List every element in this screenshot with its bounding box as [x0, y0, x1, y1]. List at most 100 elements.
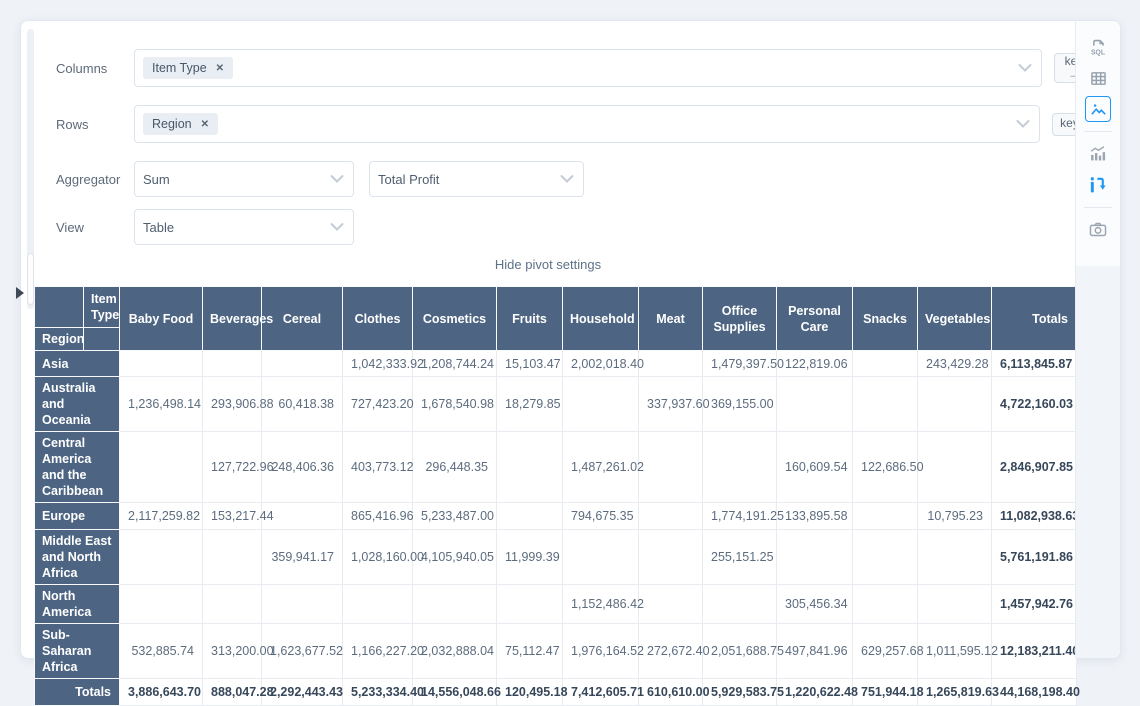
aggregator-field-select[interactable]: Total Profit: [369, 161, 584, 197]
col-total-cell: 120,495.18: [497, 679, 563, 706]
columns-select[interactable]: Item Type ✕: [134, 49, 1042, 87]
aggregator-setting-row: Aggregator Sum Total Profit: [56, 161, 584, 197]
col-total-cell: 3,886,643.70: [120, 679, 203, 706]
pivot-value-cell: [497, 503, 563, 530]
row-header: Australia and Oceania: [35, 377, 120, 432]
pivot-value-cell: 1,011,595.12: [918, 624, 992, 679]
pivot-editor-page: Columns Item Type ✕ key → Rows Region ✕: [0, 0, 1140, 685]
row-header: Middle East and North Africa: [35, 530, 120, 585]
bar-chart-icon: [1087, 143, 1109, 165]
pivot-value-cell: [413, 585, 497, 624]
row-header: Sub-Saharan Africa: [35, 624, 120, 679]
pivot-value-cell: 255,151.25: [703, 530, 777, 585]
pivot-table-button[interactable]: [1085, 172, 1111, 198]
row-total-cell: 6,113,845.87: [992, 351, 1077, 377]
pivot-value-cell: [203, 585, 262, 624]
pivot-value-cell: 296,448.35: [413, 432, 497, 503]
pivot-value-cell: [703, 432, 777, 503]
pivot-value-cell: [703, 585, 777, 624]
rows-select[interactable]: Region ✕: [134, 105, 1040, 143]
row-total-cell: 1,457,942.76: [992, 585, 1077, 624]
table-row: Sub-Saharan Africa532,885.74313,200.00 1,…: [35, 624, 1077, 679]
row-total-cell: 4,722,160.03: [992, 377, 1077, 432]
rail-lower-background: [1076, 266, 1120, 658]
pivot-value-cell: 122,686.50: [853, 432, 918, 503]
pivot-value-cell: 160,609.54: [777, 432, 853, 503]
col-header: Vegetables: [918, 287, 992, 351]
pivot-value-cell: [918, 432, 992, 503]
rows-tag-region[interactable]: Region ✕: [143, 113, 218, 135]
aggregator-field-value: Total Profit: [378, 172, 439, 187]
pivot-value-cell: 313,200.00: [203, 624, 262, 679]
pivot-value-cell: 2,051,688.75: [703, 624, 777, 679]
totals-col-header: Totals: [992, 287, 1077, 351]
snapshot-button[interactable]: [1085, 217, 1111, 243]
table-view-button[interactable]: [1085, 65, 1111, 91]
col-header: Personal Care: [777, 287, 853, 351]
pivot-value-cell: [918, 530, 992, 585]
chevron-down-icon: [1018, 64, 1032, 73]
col-total-cell: 2,292,443.43: [262, 679, 343, 706]
pivot-value-cell: 5,233,487.00: [413, 503, 497, 530]
row-axis-label: Region: [35, 328, 84, 351]
pivot-value-cell: [343, 585, 413, 624]
pivot-value-cell: [918, 377, 992, 432]
pivot-value-cell: 337,937.60: [639, 377, 703, 432]
totals-row: Totals3,886,643.70888,047.282,292,443.43…: [35, 679, 1077, 706]
pivot-value-cell: 1,028,160.00: [343, 530, 413, 585]
pivot-value-cell: [777, 377, 853, 432]
remove-tag-icon[interactable]: ✕: [216, 63, 224, 74]
col-total-cell: 7,412,605.71: [563, 679, 639, 706]
pivot-value-cell: [639, 530, 703, 585]
expand-panel-arrow-icon[interactable]: [16, 287, 24, 299]
pivot-value-cell: [120, 585, 203, 624]
col-header: Household: [563, 287, 639, 351]
chevron-down-icon: [1016, 120, 1030, 129]
rows-tag-label: Region: [152, 117, 192, 131]
pivot-table: Item TypeBaby FoodBeveragesCerealClothes…: [34, 286, 1077, 706]
visualization-rail: SQL: [1075, 21, 1120, 658]
col-header: Fruits: [497, 287, 563, 351]
col-total-cell: 1,220,622.48: [777, 679, 853, 706]
pivot-value-cell: [853, 585, 918, 624]
pivot-value-cell: 243,429.28: [918, 351, 992, 377]
pivot-value-cell: [853, 377, 918, 432]
pivot-value-cell: 403,773.12: [343, 432, 413, 503]
pivot-value-cell: [639, 503, 703, 530]
col-header: Clothes: [343, 287, 413, 351]
aggregator-label: Aggregator: [56, 172, 134, 187]
col-total-cell: 5,233,334.40: [343, 679, 413, 706]
columns-tag-item-type[interactable]: Item Type ✕: [143, 57, 233, 79]
col-total-cell: 1,265,819.63: [918, 679, 992, 706]
pivot-value-cell: [262, 585, 343, 624]
pivot-value-cell: [120, 530, 203, 585]
pivot-value-cell: 1,152,486.42: [563, 585, 639, 624]
chart-builder-button[interactable]: [1085, 141, 1111, 167]
pivot-value-cell: 10,795.23: [918, 503, 992, 530]
col-header: Snacks: [853, 287, 918, 351]
image-icon: [1089, 100, 1108, 119]
pivot-value-cell: 532,885.74: [120, 624, 203, 679]
row-total-cell: 12,183,211.40: [992, 624, 1077, 679]
chart-image-view-button[interactable]: [1085, 96, 1111, 122]
pivot-value-cell: 2,032,888.04: [413, 624, 497, 679]
pivot-value-cell: 1,678,540.98: [413, 377, 497, 432]
hide-pivot-settings-link[interactable]: Hide pivot settings: [21, 257, 1075, 272]
view-select[interactable]: Table: [134, 209, 354, 245]
pivot-value-cell: [262, 351, 343, 377]
corner-cell: [35, 287, 84, 328]
view-label: View: [56, 220, 134, 235]
sql-view-button[interactable]: SQL: [1085, 34, 1111, 60]
pivot-value-cell: 2,117,259.82: [120, 503, 203, 530]
pivot-value-cell: 75,112.47: [497, 624, 563, 679]
pivot-value-cell: [639, 432, 703, 503]
columns-label: Columns: [56, 61, 134, 76]
pivot-value-cell: 2,002,018.40: [563, 351, 639, 377]
aggregator-select[interactable]: Sum: [134, 161, 354, 197]
pivot-value-cell: 127,722.96: [203, 432, 262, 503]
pivot-value-cell: [497, 432, 563, 503]
pivot-icon: [1087, 174, 1109, 196]
col-total-cell: 610,610.00: [639, 679, 703, 706]
remove-tag-icon[interactable]: ✕: [201, 119, 209, 130]
table-row: Central America and the Caribbean127,722…: [35, 432, 1077, 503]
